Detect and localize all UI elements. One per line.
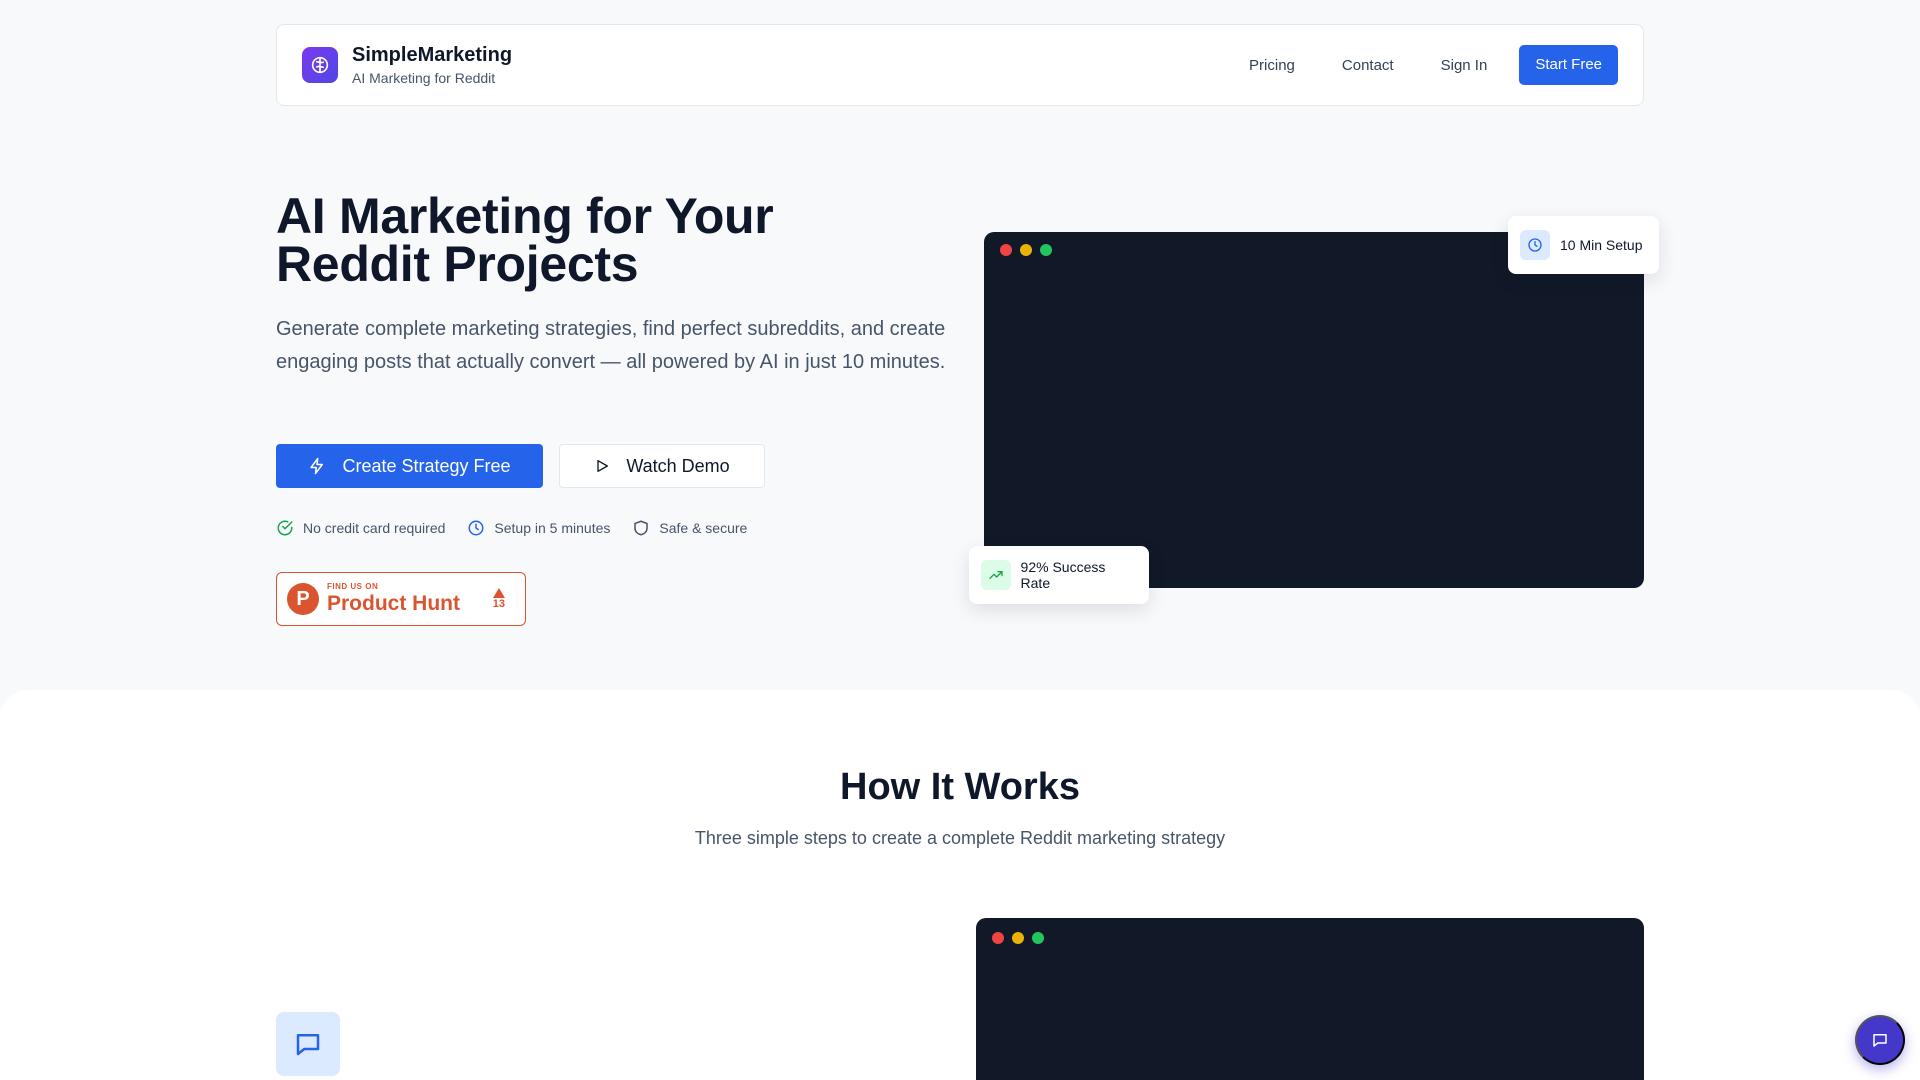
nav-link-pricing[interactable]: Pricing xyxy=(1249,57,1295,74)
window-close-dot xyxy=(1000,244,1012,256)
how-it-works-subtitle: Three simple steps to create a complete … xyxy=(694,828,1226,848)
watch-demo-button[interactable]: Watch Demo xyxy=(559,444,765,488)
trust-label: Setup in 5 minutes xyxy=(494,520,611,536)
window-controls xyxy=(1000,244,1060,256)
brand[interactable]: SimpleMarketing AI Marketing for Reddit xyxy=(302,43,512,87)
start-free-button[interactable]: Start Free xyxy=(1519,45,1618,85)
producthunt-votes: 13 xyxy=(493,588,505,610)
trust-label: No credit card required xyxy=(303,520,446,536)
window-maximize-dot xyxy=(1040,244,1052,256)
setup-time-card: 10 Min Setup xyxy=(1508,216,1659,274)
trending-up-icon xyxy=(981,560,1011,590)
watch-demo-label: Watch Demo xyxy=(626,455,730,476)
producthunt-logo-icon: P xyxy=(287,583,319,615)
brand-tagline: AI Marketing for Reddit xyxy=(352,70,496,86)
success-rate-card: 92% Success Rate xyxy=(969,546,1149,604)
shield-icon xyxy=(634,520,649,536)
setup-time-label: 10 Min Setup xyxy=(1560,237,1643,253)
chat-icon xyxy=(1873,1034,1887,1047)
check-circle-icon xyxy=(277,520,293,536)
create-strategy-button[interactable]: Create Strategy Free xyxy=(276,444,543,488)
nav-link-contact[interactable]: Contact xyxy=(1342,57,1394,74)
brain-icon xyxy=(302,47,338,83)
window-minimize-dot xyxy=(1012,932,1024,944)
nav-link-sign-in[interactable]: Sign In xyxy=(1441,57,1488,74)
trust-badges: No credit card required Setup in 5 minut… xyxy=(276,519,769,537)
hero-title-line2: Reddit Projects xyxy=(276,236,639,292)
step-preview-window xyxy=(976,918,1644,1080)
producthunt-small-text: FIND US ON xyxy=(327,582,379,591)
producthunt-badge[interactable]: P FIND US ON Product Hunt 13 xyxy=(276,572,526,626)
success-rate-label: 92% Success Rate xyxy=(1020,559,1106,591)
top-navbar: SimpleMarketing AI Marketing for Reddit … xyxy=(276,24,1644,106)
nav-links: Pricing Contact Sign In Start Free xyxy=(1202,45,1618,85)
window-controls xyxy=(992,932,1052,944)
upvote-triangle-icon xyxy=(492,588,505,598)
chat-widget-button[interactable] xyxy=(1855,1015,1905,1065)
trust-label: Safe & secure xyxy=(659,520,748,536)
clock-icon xyxy=(468,520,484,536)
how-it-works-title: How It Works xyxy=(840,766,1080,808)
hero-preview-window xyxy=(984,232,1644,588)
create-strategy-label: Create Strategy Free xyxy=(342,455,511,476)
window-minimize-dot xyxy=(1020,244,1032,256)
producthunt-name: Product Hunt xyxy=(327,592,460,615)
hero-subtitle: Generate complete marketing strategies, … xyxy=(276,318,946,373)
trust-setup-time: Setup in 5 minutes xyxy=(467,519,610,537)
clock-icon xyxy=(1520,230,1550,260)
window-maximize-dot xyxy=(1032,932,1044,944)
hero-title: AI Marketing for Your Reddit Projects xyxy=(276,191,916,289)
trust-safe-secure: Safe & secure xyxy=(632,519,747,537)
producthunt-vote-count: 13 xyxy=(492,598,505,610)
message-square-icon xyxy=(276,1012,340,1076)
trust-no-credit-card: No credit card required xyxy=(276,519,445,537)
play-icon xyxy=(597,460,609,472)
how-it-works-section: How It Works Three simple steps to creat… xyxy=(0,690,1920,1080)
zap-icon xyxy=(310,457,324,475)
brand-name: SimpleMarketing xyxy=(352,44,513,66)
window-close-dot xyxy=(992,932,1004,944)
